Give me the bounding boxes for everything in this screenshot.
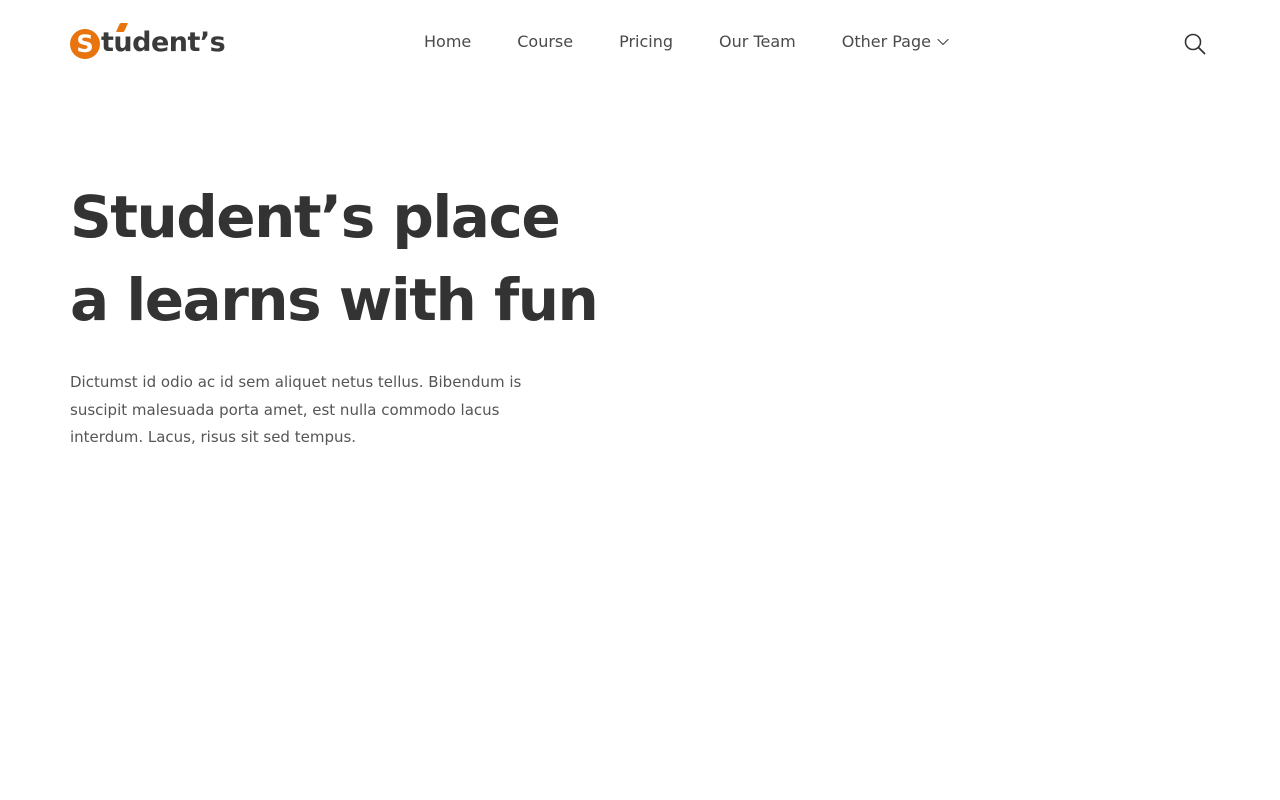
logo-mark-letter: S [76,29,94,58]
search-icon[interactable] [1184,33,1206,55]
hero-description: Dictumst id odio ac id sem aliquet netus… [70,373,522,446]
nav-item-home[interactable]: Home [424,32,471,51]
hero-section: Student’s place a learns with fun Dictum… [70,176,599,452]
nav-item-course[interactable]: Course [517,32,573,51]
hero-title: Student’s place a learns with fun [70,176,599,342]
nav-item-label: Course [517,32,574,51]
nav-item-label: Pricing [619,32,674,51]
chevron-down-icon [937,38,949,45]
site-header: S tudent’s Home Course Pricing Our Team … [0,0,1280,88]
nav-item-label: Home [424,32,472,51]
logo-mark: S [70,28,100,59]
site-logo[interactable]: S tudent’s [70,22,226,62]
nav-item-label: Our Team [719,32,796,51]
nav-item-our-team[interactable]: Our Team [719,32,796,51]
nav-item-other-page[interactable]: Other Page [842,32,949,51]
hero-title-line-2: a learns with fun [70,266,599,334]
main-nav: Home Course Pricing Our Team Other Page [424,32,949,51]
logo-text: tudent’s [101,22,226,56]
nav-item-pricing[interactable]: Pricing [619,32,673,51]
nav-item-label: Other Page [841,32,931,51]
hero-title-line-1: Student’s place [70,183,561,251]
